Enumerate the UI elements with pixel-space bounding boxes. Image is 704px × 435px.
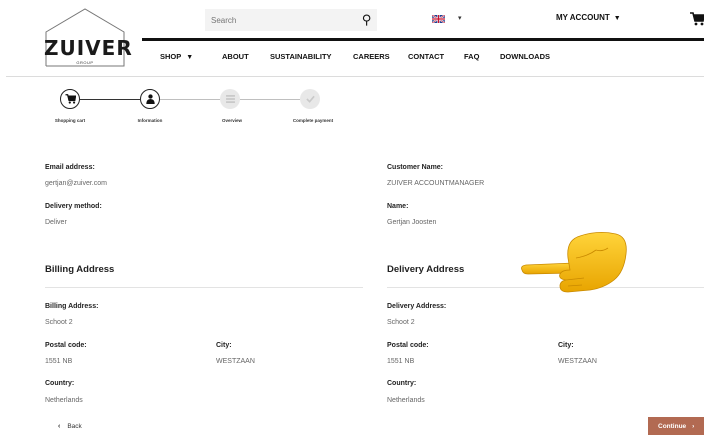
- delivery-city-value: WESTZAAN: [558, 358, 597, 365]
- header-divider: [6, 76, 704, 77]
- delivery-postal-value: 1551 NB: [387, 358, 415, 365]
- back-button[interactable]: ‹ Back: [58, 423, 82, 430]
- pointing-hand-icon: [521, 232, 627, 293]
- checkout-steps: Shopping cart Information Overview Compl…: [0, 88, 360, 128]
- delivery-address-title: Delivery Address: [387, 264, 465, 275]
- billing-city-value: WESTZAAN: [216, 358, 255, 365]
- search-icon[interactable]: ⚲: [362, 12, 372, 28]
- step-complete-payment[interactable]: [300, 89, 320, 109]
- header-rule: [142, 38, 704, 41]
- language-selector[interactable]: ▾: [432, 11, 476, 27]
- step-information[interactable]: [140, 89, 160, 109]
- delivery-method-value: Deliver: [45, 219, 67, 226]
- billing-address-title: Billing Address: [45, 264, 115, 275]
- delivery-address-label: Delivery Address:: [387, 303, 447, 310]
- step-connector: [80, 99, 140, 100]
- cart-icon: [65, 94, 76, 104]
- shopping-cart-icon[interactable]: [690, 12, 704, 26]
- billing-country-value: Netherlands: [45, 397, 83, 404]
- check-icon: [305, 95, 315, 103]
- step-overview[interactable]: [220, 89, 240, 109]
- step-label-complete-payment: Complete payment: [292, 118, 334, 123]
- search-input[interactable]: [205, 9, 355, 31]
- billing-country-label: Country:: [45, 380, 75, 387]
- billing-address-label: Billing Address:: [45, 303, 99, 310]
- step-label-overview: Overview: [221, 118, 242, 123]
- step-connector: [160, 99, 220, 100]
- back-label: Back: [67, 423, 82, 430]
- list-icon: [225, 95, 235, 103]
- customer-name-value: ZUIVER ACCOUNTMANAGER: [387, 180, 485, 187]
- nav-item-faq[interactable]: FAQ: [464, 52, 479, 61]
- step-shopping-cart[interactable]: [60, 89, 80, 109]
- email-label: Email address:: [45, 164, 95, 171]
- step-connector: [240, 99, 300, 100]
- brand-tagline: GROUP: [76, 60, 94, 65]
- delivery-method-label: Delivery method:: [45, 203, 102, 210]
- chevron-right-icon: ›: [692, 422, 695, 430]
- billing-address-value: Schoot 2: [45, 319, 73, 326]
- brand-name: ZUIVER: [44, 36, 133, 60]
- caret-down-icon: ▼: [613, 15, 621, 22]
- step-label-shopping-cart: Shopping cart: [54, 118, 86, 123]
- my-account-menu[interactable]: MY ACCOUNT ▼: [556, 13, 621, 22]
- delivery-city-label: City:: [558, 342, 574, 349]
- billing-city-label: City:: [216, 342, 232, 349]
- name-label: Name:: [387, 203, 409, 210]
- caret-down-icon: ▼: [186, 54, 194, 61]
- nav-item-contact[interactable]: CONTACT: [408, 52, 444, 61]
- uk-flag-icon: [432, 15, 445, 23]
- nav-item-careers[interactable]: CAREERS: [353, 52, 390, 61]
- step-label-information: Information: [137, 118, 163, 123]
- my-account-label: MY ACCOUNT: [556, 13, 610, 22]
- delivery-postal-label: Postal code:: [387, 342, 429, 349]
- customer-name-label: Customer Name:: [387, 164, 444, 171]
- nav-item-shop[interactable]: SHOP ▼: [160, 52, 193, 61]
- continue-label: Continue: [658, 422, 687, 430]
- nav-item-label: SHOP: [160, 52, 182, 61]
- zuiver-logo[interactable]: ZUIVER GROUP: [44, 6, 133, 68]
- billing-divider: [45, 287, 363, 288]
- search-box: ⚲: [205, 9, 377, 31]
- chevron-left-icon: ‹: [58, 423, 61, 430]
- chevron-down-icon: ▾: [458, 15, 462, 22]
- delivery-country-value: Netherlands: [387, 397, 425, 404]
- billing-postal-label: Postal code:: [45, 342, 87, 349]
- billing-postal-value: 1551 NB: [45, 358, 73, 365]
- continue-button[interactable]: Continue ›: [648, 417, 704, 435]
- delivery-country-label: Country:: [387, 380, 417, 387]
- email-value: gertjan@zuiver.com: [45, 180, 107, 187]
- nav-item-about[interactable]: ABOUT: [222, 52, 249, 61]
- person-icon: [145, 94, 155, 104]
- delivery-address-value: Schoot 2: [387, 319, 415, 326]
- name-value: Gertjan Joosten: [387, 219, 437, 226]
- nav-item-sustainability[interactable]: SUSTAINABILITY: [270, 52, 332, 61]
- nav-item-downloads[interactable]: DOWNLOADS: [500, 52, 550, 61]
